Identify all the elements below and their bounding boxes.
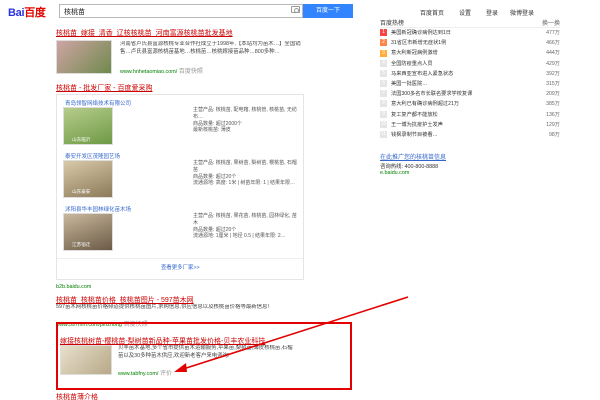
arrow-head bbox=[174, 363, 187, 372]
hot-item[interactable]: 5 马来西亚宣布进入紧急状态 392万 bbox=[380, 69, 560, 79]
promo-phone: 咨询热线: 400-800-8888 bbox=[380, 164, 439, 171]
result-title[interactable]: 核桃苗薄介格 bbox=[56, 392, 356, 400]
promo-link[interactable]: 在此推广您的核桃苗信息 bbox=[380, 152, 560, 161]
hot-list-sidebar: 百度热榜 换一换 1 美国新冠确诊病例达到1日 477万 2 31省区市新增无症状1例… bbox=[380, 18, 560, 176]
hot-item[interactable]: 9 复工复产都不能放松 136万 bbox=[380, 110, 560, 120]
hot-item[interactable]: 2 31省区市新增无症状1例 466万 bbox=[380, 38, 560, 48]
arrow-shaft bbox=[179, 296, 409, 371]
hot-list-title: 百度热榜 bbox=[380, 21, 405, 27]
result-5: 核桃苗薄介格 bbox=[56, 392, 356, 400]
promo-url[interactable]: e.baidu.com bbox=[380, 170, 560, 176]
hot-item[interactable]: 8 意大利已有确诊病例超过21万 385万 bbox=[380, 99, 560, 109]
hot-item[interactable]: 7 法国300多名市长联名要求学校复课 209万 bbox=[380, 89, 560, 99]
hot-item[interactable]: 10 王一博为抗疫护士发声 129万 bbox=[380, 120, 560, 130]
hot-list-header: 百度热榜 换一换 bbox=[380, 18, 560, 28]
hot-item[interactable]: 6 美国一批医院… 315万 bbox=[380, 79, 560, 89]
hot-item[interactable]: 11 钱枫录制节目被看… 98万 bbox=[380, 130, 560, 140]
hot-item[interactable]: 1 美国新冠确诊病例达到1日 477万 bbox=[380, 28, 560, 38]
hot-item[interactable]: 4 全国防疫重点人员 429万 bbox=[380, 59, 560, 69]
hot-item[interactable]: 3 意大利新冠病例激增 444万 bbox=[380, 48, 560, 58]
refresh-link[interactable]: 换一换 bbox=[542, 18, 560, 27]
